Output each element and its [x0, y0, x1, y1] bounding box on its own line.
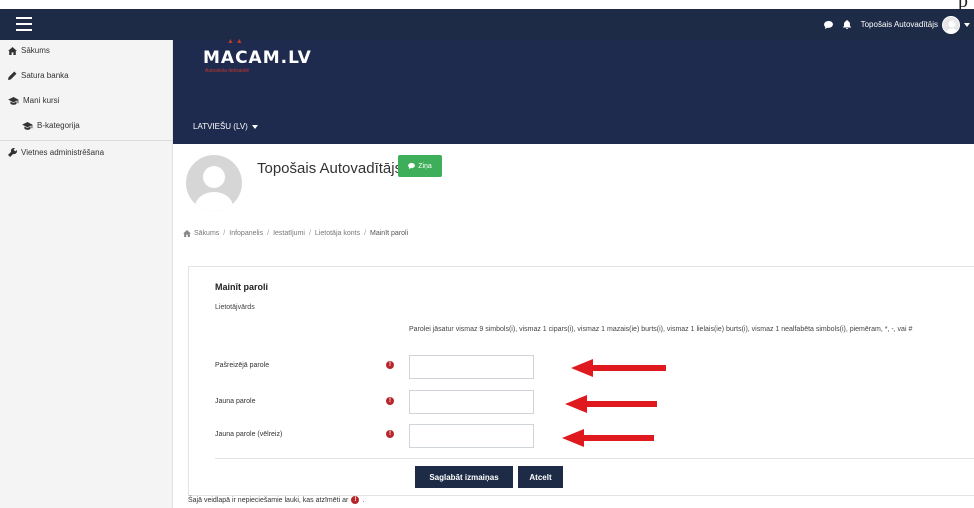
- site-logo[interactable]: MACAM.LV: [203, 48, 312, 68]
- chevron-down-icon: [251, 124, 258, 129]
- header-banner: ▲ ▲ MACAM.LV Autoskola tiešsaistē LATVIE…: [173, 38, 974, 144]
- required-note-end: .: [362, 496, 365, 504]
- top-navbar: Topošais Autovadītājs: [0, 9, 974, 40]
- pencil-icon: [8, 71, 17, 80]
- required-icon: !: [386, 397, 394, 405]
- required-fields-note: Šajā veidlapā ir nepieciešamie lauki, ka…: [188, 496, 364, 504]
- form-divider: [215, 458, 974, 459]
- breadcrumb-current: Mainīt paroli: [370, 230, 409, 237]
- password-rules-text: Parolei jāsatur vismaz 9 simbols(i), vis…: [409, 326, 913, 333]
- navbar-user-area: Topošais Autovadītājs: [823, 9, 970, 40]
- cancel-button[interactable]: Atcelt: [518, 466, 563, 488]
- new-password-input[interactable]: [409, 390, 534, 414]
- logo-tagline: Autoskola tiešsaistē: [205, 68, 250, 74]
- chat-bubble-icon[interactable]: [823, 20, 833, 29]
- sidebar-item-label: Vietnes administrēšana: [21, 148, 105, 157]
- sidebar-item-my-courses[interactable]: Mani kursi: [8, 96, 180, 105]
- sidebar-item-label: B-kategorija: [37, 121, 80, 130]
- sidebar-item-label: Mani kursi: [23, 96, 60, 105]
- sidebar-item-label: Satura banka: [21, 71, 69, 80]
- message-button[interactable]: Ziņa: [398, 155, 442, 177]
- sidebar-item-label: Sākums: [21, 46, 50, 55]
- sidebar: Sākums Satura banka Mani kursi B-kategor…: [0, 40, 173, 508]
- sidebar-divider: [0, 140, 172, 141]
- breadcrumb-item[interactable]: Lietotāja konts: [315, 230, 360, 237]
- language-selector[interactable]: LATVIEŠU (LV): [193, 122, 258, 131]
- navbar-user-name[interactable]: Topošais Autovadītājs: [861, 20, 938, 29]
- language-label: LATVIEŠU (LV): [193, 122, 248, 131]
- required-icon: !: [386, 361, 394, 369]
- home-icon: [8, 46, 17, 55]
- bell-icon[interactable]: [842, 20, 851, 29]
- sidebar-item-content-bank[interactable]: Satura banka: [8, 71, 180, 80]
- hamburger-menu-icon[interactable]: [16, 17, 32, 31]
- graduation-cap-icon: [8, 96, 19, 105]
- new-password-label: Jauna parole: [215, 398, 256, 405]
- chat-bubble-icon: [408, 163, 416, 169]
- red-arrow-annotation: [565, 395, 657, 413]
- form-legend: Mainīt paroli: [215, 282, 269, 292]
- breadcrumb: Sākums / Infopanelis / Iestatījumi / Lietot…: [183, 230, 408, 237]
- sidebar-item-home[interactable]: Sākums: [8, 46, 180, 55]
- navbar-avatar[interactable]: [942, 15, 960, 34]
- required-icon: !: [386, 430, 394, 438]
- save-changes-button[interactable]: Saglabāt izmaiņas: [415, 466, 513, 488]
- username-label: Lietotājvārds: [215, 304, 255, 311]
- current-password-input[interactable]: [409, 355, 534, 379]
- profile-name: Topošais Autovadītājs: [257, 160, 403, 177]
- top-crop-strip: p: [0, 0, 974, 12]
- breadcrumb-item[interactable]: Sākums: [194, 230, 219, 237]
- breadcrumb-item[interactable]: Iestatījumi: [273, 230, 305, 237]
- profile-avatar: [186, 155, 242, 211]
- required-note-text: Šajā veidlapā ir nepieciešamie lauki, ka…: [188, 496, 349, 504]
- red-arrow-annotation: [571, 359, 666, 377]
- current-password-label: Pašreizējā parole: [215, 362, 270, 369]
- wrench-icon: [8, 148, 17, 157]
- new-password-again-label: Jauna parole (vēlreiz): [215, 431, 283, 438]
- message-button-label: Ziņa: [418, 162, 432, 170]
- red-arrow-annotation: [562, 429, 654, 447]
- required-icon: !: [351, 496, 360, 504]
- sidebar-item-site-admin[interactable]: Vietnes administrēšana: [8, 148, 180, 157]
- home-icon: [183, 230, 191, 237]
- new-password-again-input[interactable]: [409, 424, 534, 448]
- breadcrumb-item[interactable]: Infopanelis: [229, 230, 263, 237]
- sidebar-item-b-category[interactable]: B-kategorija: [22, 121, 194, 130]
- graduation-cap-icon: [22, 121, 33, 130]
- form-card: [188, 266, 974, 496]
- user-menu-caret-icon[interactable]: [964, 22, 970, 27]
- logo-mark: ▲ ▲: [227, 38, 243, 45]
